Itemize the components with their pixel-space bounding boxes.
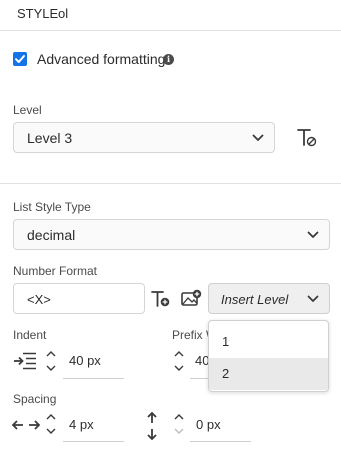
checkmark-icon: [15, 55, 25, 63]
indent-value[interactable]: 40 px: [69, 353, 101, 368]
vertical-spacing-stepper[interactable]: [173, 411, 185, 437]
indent-stepper[interactable]: [45, 348, 57, 374]
indent-icon: [14, 352, 36, 370]
insert-level-select[interactable]: Insert Level: [208, 283, 330, 314]
prefix-width-stepper[interactable]: [173, 348, 185, 374]
section-divider: [0, 183, 341, 184]
prefix-width-underline: [190, 378, 208, 379]
text-add-icon[interactable]: [151, 290, 171, 308]
list-style-type-value: decimal: [27, 227, 76, 243]
insert-level-option-1[interactable]: 1: [209, 326, 328, 358]
text-clear-format-icon[interactable]: [296, 128, 318, 148]
number-format-input[interactable]: <X>: [13, 283, 145, 314]
chevron-down-icon: [252, 134, 264, 141]
level-select[interactable]: Level 3: [13, 122, 275, 153]
chevron-down-icon: [307, 231, 319, 238]
advanced-formatting-checkbox[interactable]: [13, 52, 27, 66]
vertical-spacing-value[interactable]: 0 px: [196, 417, 221, 432]
panel-header-label: STYLE: [17, 6, 59, 21]
horizontal-spacing-stepper[interactable]: [45, 411, 57, 437]
number-format-value: <X>: [27, 292, 51, 307]
info-icon[interactable]: i: [163, 54, 174, 65]
list-style-type-select[interactable]: decimal: [13, 219, 330, 250]
spacing-label: Spacing: [13, 392, 57, 406]
insert-level-option-2[interactable]: 2: [209, 358, 328, 390]
vertical-spacing-underline: [190, 441, 251, 442]
indent-label: Indent: [13, 328, 47, 342]
list-style-type-label: List Style Type: [13, 200, 91, 214]
horizontal-arrows-icon: [12, 420, 40, 430]
chevron-down-icon: [307, 295, 319, 302]
advanced-formatting-label: Advanced formatting: [37, 51, 166, 67]
number-format-label: Number Format: [13, 264, 98, 278]
horizontal-spacing-value[interactable]: 4 px: [69, 417, 94, 432]
image-add-icon[interactable]: [181, 289, 203, 308]
indent-underline: [63, 378, 124, 379]
vertical-arrows-icon: [147, 412, 157, 440]
insert-level-menu: 1 2: [208, 320, 329, 392]
panel-header-element: ol: [58, 6, 69, 21]
horizontal-spacing-underline: [63, 441, 124, 442]
level-select-value: Level 3: [27, 130, 73, 146]
header-divider: [0, 30, 341, 31]
level-label: Level: [13, 103, 42, 117]
insert-level-label: Insert Level: [221, 292, 289, 307]
